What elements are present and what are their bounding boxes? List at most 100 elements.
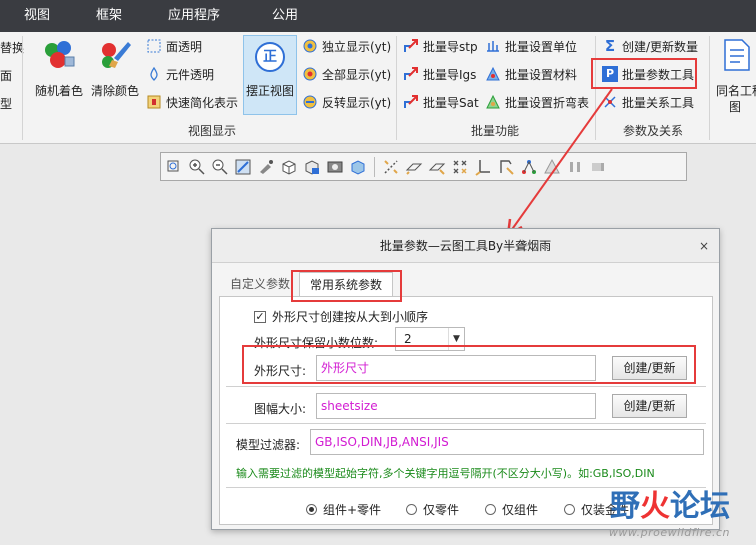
zoom-in-icon[interactable] [188, 158, 206, 176]
straighten-view-button[interactable]: 正 摆正视图 [243, 35, 297, 115]
create-update-count-button[interactable]: Σ 创建/更新数量 [602, 35, 698, 57]
divider-1 [226, 386, 706, 387]
element-transparent-icon [146, 66, 162, 82]
csys-display-icon[interactable] [474, 158, 492, 176]
batch-export-sat-button[interactable]: 批量导Sat [403, 91, 479, 113]
same-name-drawing-label-1: 同名工程 [716, 84, 756, 98]
same-name-drawing-label-2: 图 [728, 100, 741, 114]
menu-applications[interactable]: 应用程序 [168, 0, 220, 32]
model-filter-input[interactable]: GB,ISO,DIN,JB,ANSI,JIS [310, 429, 704, 455]
point-display-icon[interactable] [451, 158, 469, 176]
menu-view[interactable]: 视图 [24, 0, 50, 32]
batch-relation-tool-label: 批量关系工具 [622, 95, 695, 110]
axis-display-icon[interactable] [428, 158, 446, 176]
export-sat-icon [403, 94, 419, 110]
pause-icon[interactable] [566, 158, 584, 176]
batch-relation-tool-button[interactable]: 批量关系工具 [602, 91, 694, 113]
menu-bar: 视图 框架 应用程序 公用 [0, 0, 756, 32]
quick-simplify-button[interactable]: 快速简化表示 [146, 91, 238, 113]
independent-display-icon [302, 38, 318, 54]
refit-icon[interactable] [234, 158, 252, 176]
reverse-display-icon [302, 94, 318, 110]
random-color-button[interactable]: 随机着色 [30, 36, 88, 102]
watermark-char-1: 野 [610, 489, 640, 524]
batch-export-igs-label: 批量导Igs [423, 67, 477, 82]
saved-views-icon[interactable] [303, 158, 321, 176]
face-transparent-icon [146, 38, 162, 54]
watermark-url: www.proewildfire.cn [608, 526, 730, 539]
element-transparent-label: 元件透明 [166, 67, 215, 82]
sheet-size-create-button[interactable]: 创建/更新 [612, 394, 687, 418]
reverse-display-button[interactable]: 反转显示(yt) [302, 91, 391, 113]
random-color-label: 随机着色 [34, 84, 83, 98]
warning-icon[interactable] [543, 158, 561, 176]
radio-selected-icon [306, 504, 317, 515]
batch-export-stp-label: 批量导stp [423, 39, 478, 54]
order-checkbox-row[interactable]: ✓ 外形尺寸创建按从大到小顺序 [254, 308, 428, 325]
batch-set-unit-button[interactable]: 批量设置单位 [485, 35, 577, 57]
independent-display-label: 独立显示(yt) [322, 39, 392, 54]
repaint-icon[interactable] [257, 158, 275, 176]
clear-color-button[interactable]: 清除颜色 [88, 36, 142, 102]
drawing-doc-icon [724, 39, 750, 71]
ribbon-left-clipped-1[interactable]: 替换 [0, 39, 24, 56]
spin-center-icon[interactable] [520, 158, 538, 176]
relation-tool-icon [602, 94, 618, 110]
clear-color-label: 清除颜色 [90, 84, 139, 98]
group-label-batch: 批量功能 [470, 124, 519, 138]
batch-set-material-button[interactable]: 批量设置材料 [485, 63, 577, 85]
independent-display-button[interactable]: 独立显示(yt) [302, 35, 391, 57]
straighten-view-label: 摆正视图 [245, 84, 294, 98]
ribbon-left-clipped-3[interactable]: 型 [0, 95, 12, 112]
batch-set-unit-label: 批量设置单位 [505, 39, 578, 54]
sigma-icon: Σ [604, 37, 616, 55]
divider-2 [226, 423, 706, 424]
group-label-view-display: 视图显示 [187, 124, 236, 138]
tab-custom-params[interactable]: 自定义参数 [220, 272, 300, 297]
scope-radio-assembly-part[interactable]: 组件+零件 [306, 501, 381, 518]
model-filter-label: 模型过滤器: [236, 438, 301, 452]
scope-radio-assemblies-only[interactable]: 仅组件 [485, 501, 538, 518]
straighten-view-icon: 正 [255, 42, 285, 72]
plane-display-icon[interactable] [405, 158, 423, 176]
watermark-char-3: 论坛 [670, 489, 730, 524]
random-color-icon [45, 41, 75, 68]
batch-export-igs-button[interactable]: 批量导Igs [403, 63, 476, 85]
radio-unselected-icon [485, 504, 496, 515]
batch-export-stp-button[interactable]: 批量导stp [403, 35, 478, 57]
annotation-icon[interactable] [497, 158, 515, 176]
sheet-size-input[interactable]: sheetsize [316, 393, 596, 419]
scope-radio-parts-only[interactable]: 仅零件 [406, 501, 459, 518]
show-all-icon [302, 66, 318, 82]
section-icon[interactable] [382, 158, 400, 176]
same-name-drawing-button[interactable]: 同名工程 图 [714, 36, 756, 116]
scope-radio-label-0: 组件+零件 [323, 503, 382, 517]
menu-common[interactable]: 公用 [272, 0, 298, 32]
zoom-out-icon[interactable] [211, 158, 229, 176]
clear-color-icon [102, 42, 131, 68]
set-bend-table-icon [485, 94, 501, 110]
cube-view-icon[interactable] [280, 158, 298, 176]
face-transparent-button[interactable]: 面透明 [146, 35, 202, 57]
menu-frame[interactable]: 框架 [96, 0, 122, 32]
quick-simplify-label: 快速简化表示 [166, 95, 239, 110]
order-checkbox[interactable]: ✓ [254, 310, 266, 323]
model-filter-hint: 输入需要过滤的模型起始字符,多个关键字用逗号隔开(不区分大小写)。如:GB,IS… [236, 467, 655, 480]
set-material-icon [485, 66, 501, 82]
reverse-display-label: 反转显示(yt) [322, 95, 392, 110]
element-transparent-button[interactable]: 元件透明 [146, 63, 214, 85]
batch-set-bend-table-button[interactable]: 批量设置折弯表 [485, 91, 589, 113]
display-style-icon[interactable] [326, 158, 344, 176]
zoom-window-icon[interactable] [165, 158, 183, 176]
ribbon-left-clipped-2[interactable]: 面 [0, 67, 12, 84]
decimal-select-value: 2 [404, 332, 412, 346]
close-icon[interactable]: × [699, 229, 709, 263]
end-icon[interactable] [589, 158, 607, 176]
group-label-params: 参数及关系 [622, 124, 683, 138]
scope-radio-label-1: 仅零件 [423, 503, 460, 517]
set-unit-icon [485, 38, 501, 54]
show-all-button[interactable]: 全部显示(yt) [302, 63, 391, 85]
highlight-batch-param-tool [591, 58, 697, 89]
perspective-icon[interactable] [349, 158, 367, 176]
highlight-common-params-tab [291, 270, 402, 302]
